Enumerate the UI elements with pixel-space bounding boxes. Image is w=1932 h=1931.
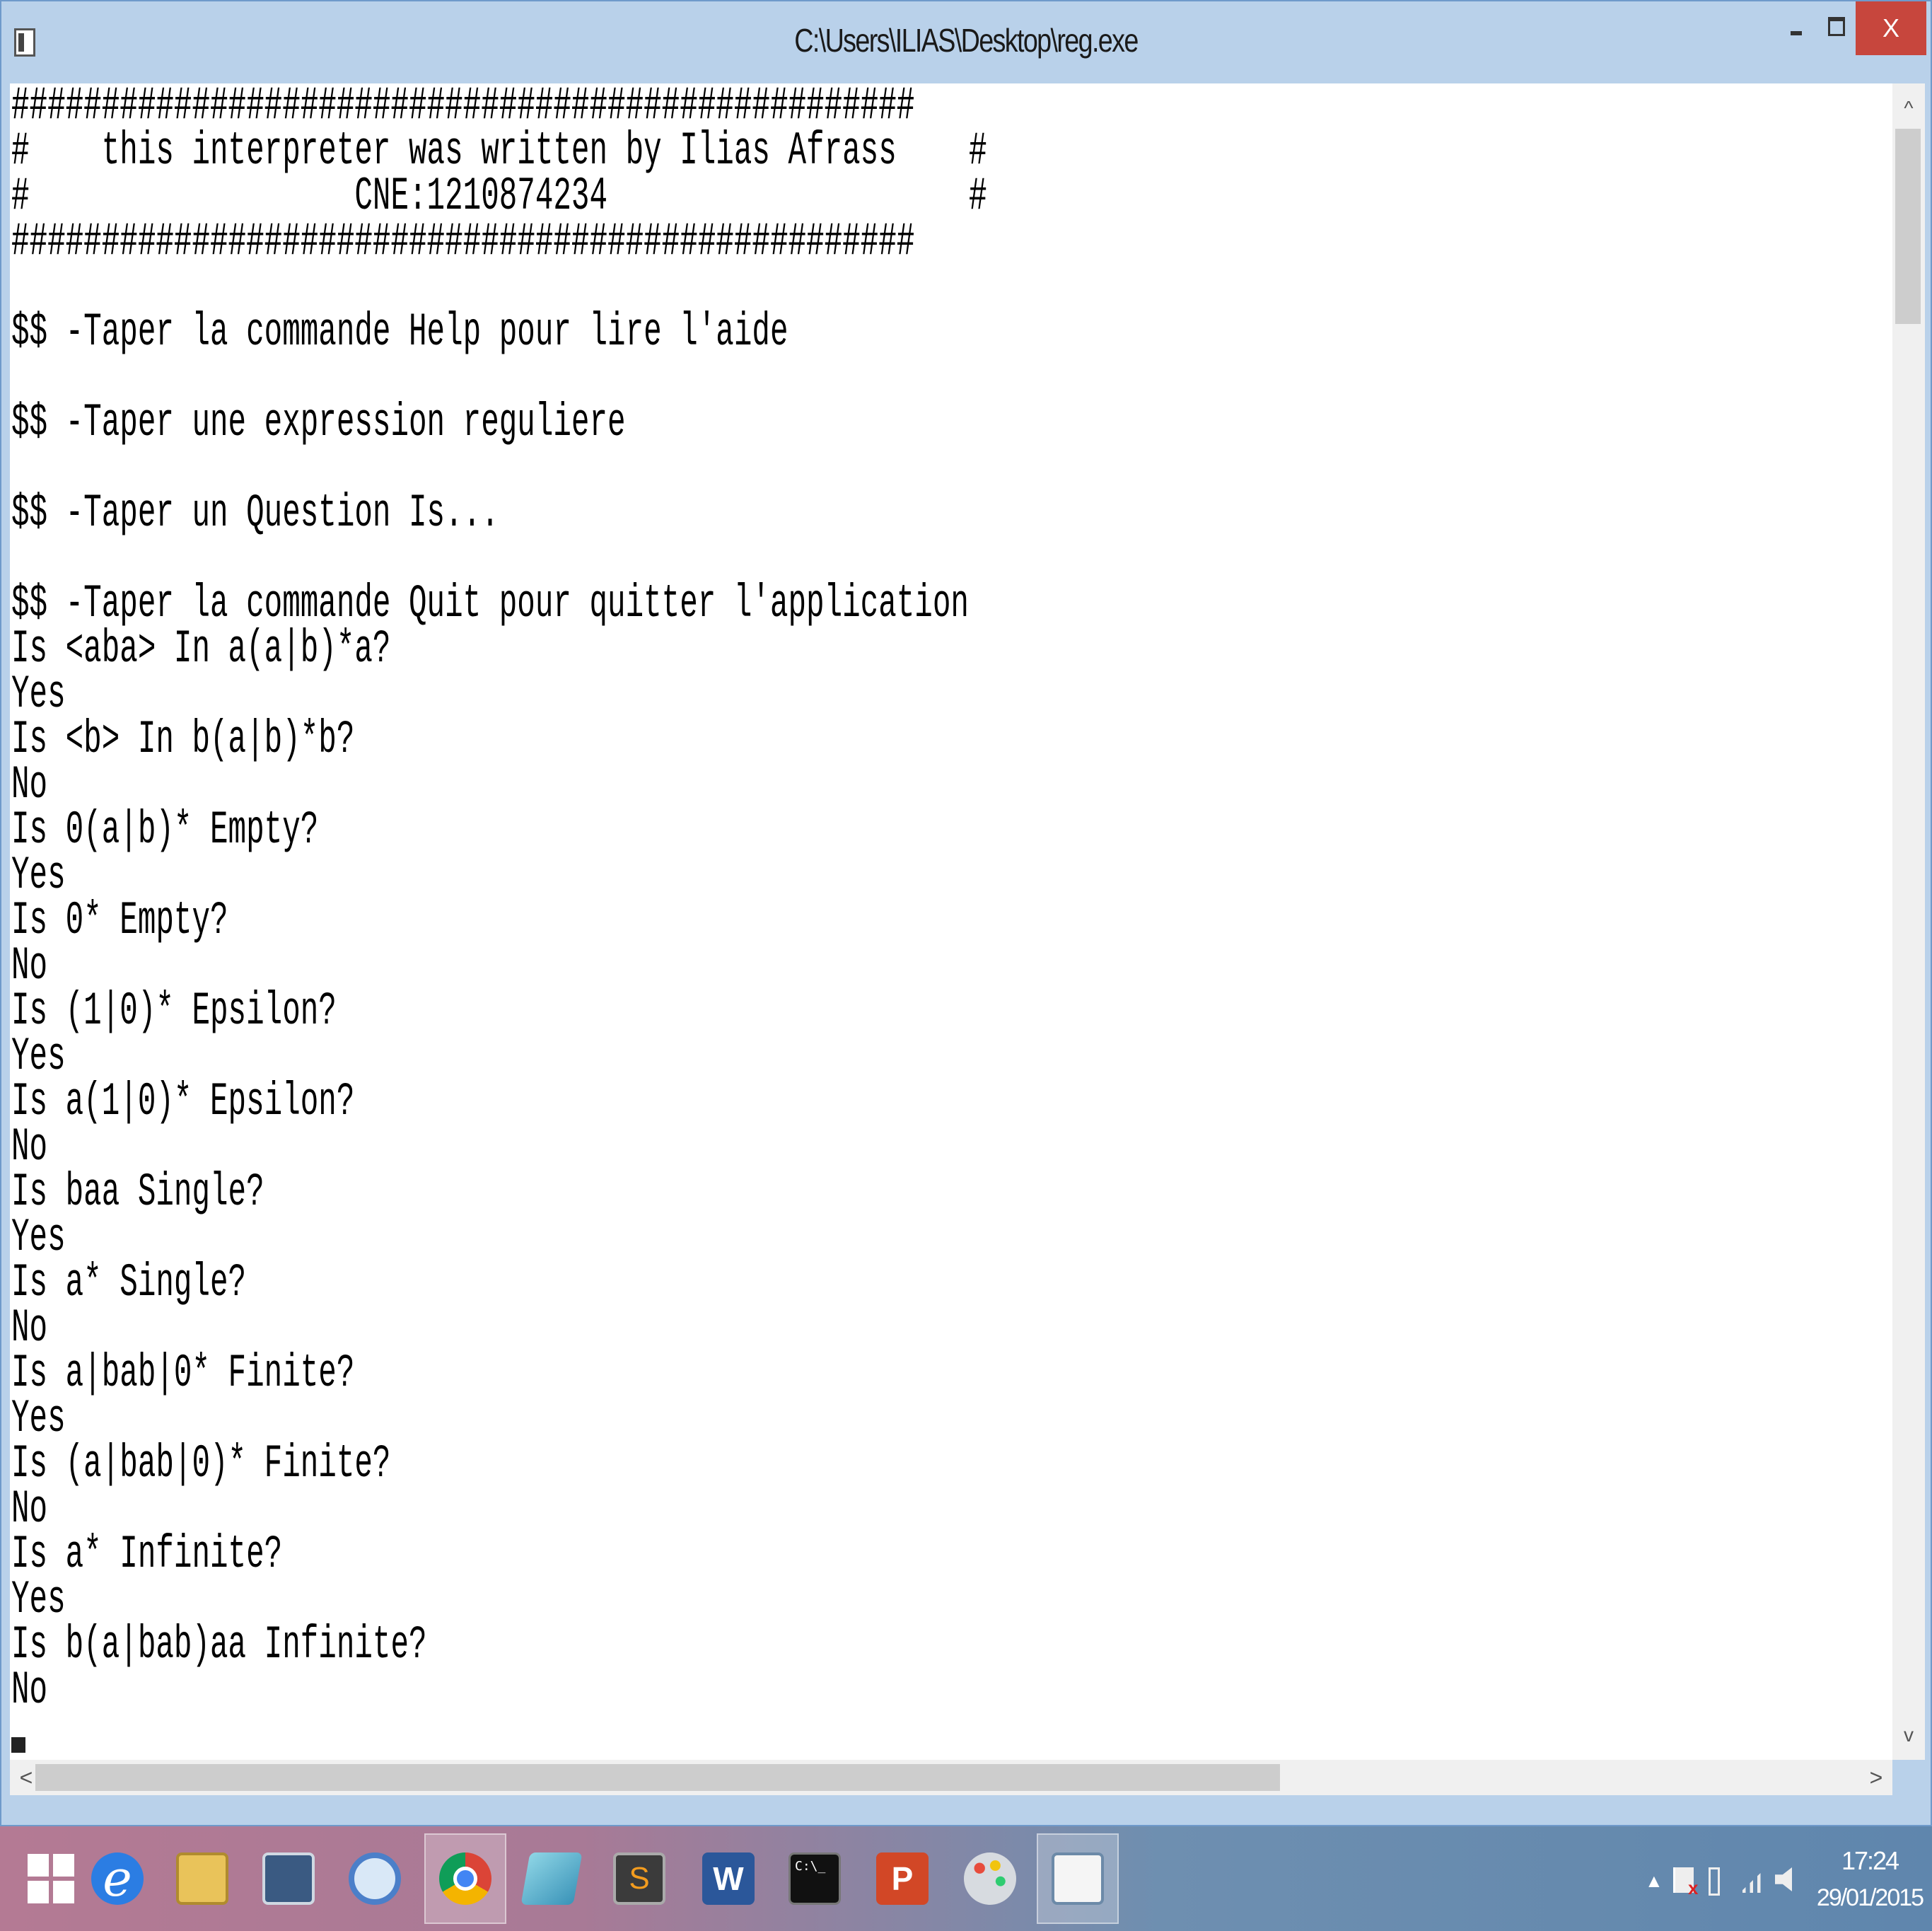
taskbar-app-file-explorer[interactable]: [161, 1833, 243, 1924]
console-line: Yes: [11, 668, 66, 721]
ie-icon: e: [91, 1850, 144, 1908]
console-line: No: [11, 1664, 48, 1717]
console-line: Is a* Infinite?: [11, 1528, 283, 1581]
scroll-right-arrow-icon[interactable]: >: [1860, 1760, 1892, 1795]
taskbar-app-word[interactable]: W: [687, 1833, 769, 1924]
word-icon: W: [702, 1852, 755, 1905]
console-line: Yes: [11, 1211, 66, 1264]
text-cursor: [11, 1737, 25, 1753]
taskbar-app-skype[interactable]: [334, 1833, 416, 1924]
network-signal-icon[interactable]: [1740, 1867, 1767, 1893]
console-line: Yes: [11, 1392, 66, 1445]
console-line: No: [11, 939, 48, 992]
console-line: ########################################…: [11, 215, 915, 268]
console-line: Yes: [11, 1030, 66, 1083]
console-output[interactable]: ########################################…: [10, 83, 1892, 1760]
horizontal-scrollbar[interactable]: < >: [10, 1760, 1892, 1795]
console-window-icon: [1052, 1852, 1104, 1905]
console-line: $$ -Taper un Question Is...: [11, 487, 499, 540]
console-line: ########################################…: [11, 83, 915, 132]
taskbar-app-notes[interactable]: [511, 1833, 593, 1924]
console-line: Yes: [11, 1573, 66, 1626]
console-line: Is a* Single?: [11, 1256, 247, 1309]
taskbar-app-sublime[interactable]: S: [598, 1833, 680, 1924]
taskbar-app-powerpoint[interactable]: P: [861, 1833, 943, 1924]
console-line: No: [11, 1301, 48, 1355]
console-line: Is 0* Empty?: [11, 894, 228, 947]
skype-icon: [349, 1852, 401, 1905]
action-center-flag-icon[interactable]: [1673, 1867, 1698, 1899]
windows-logo-icon: [28, 1854, 74, 1903]
window-title: C:\Users\ILIAS\Desktop\reg.exe: [794, 22, 1139, 59]
maximize-button[interactable]: [1817, 1, 1856, 51]
clock-date[interactable]: 29/01/2015: [1813, 1884, 1926, 1912]
chrome-icon: [439, 1852, 491, 1905]
console-line: Is <aba> In a(a|b)*a?: [11, 622, 391, 675]
console-line: Yes: [11, 849, 66, 902]
vertical-scroll-thumb[interactable]: [1895, 129, 1921, 324]
console-line: No: [11, 1120, 48, 1173]
cmd-icon: C:\_: [788, 1852, 841, 1905]
battery-icon[interactable]: [1709, 1867, 1720, 1896]
console-line: $$ -Taper la commande Quit pour quitter …: [11, 577, 969, 630]
close-button[interactable]: X: [1856, 1, 1926, 55]
taskbar-app-paint[interactable]: [949, 1833, 1031, 1924]
console-line: No: [11, 758, 48, 811]
notes-icon: [520, 1852, 583, 1905]
vertical-scrollbar[interactable]: ^ v: [1892, 83, 1925, 1760]
taskbar-app-command-prompt[interactable]: C:\_: [774, 1833, 856, 1924]
console-text: ########################################…: [11, 83, 987, 1717]
console-line: Is a(1|0)* Epsilon?: [11, 1075, 355, 1128]
scroll-up-arrow-icon[interactable]: ^: [1892, 91, 1925, 126]
sublime-icon: S: [613, 1852, 665, 1905]
powerpoint-icon: P: [876, 1852, 929, 1905]
taskbar-app-computer[interactable]: [248, 1833, 330, 1924]
console-app-icon[interactable]: [14, 28, 35, 57]
horizontal-scroll-thumb[interactable]: [35, 1764, 1280, 1791]
taskbar: e S W C:\_ P ▲ 17:24 29/01/2015: [0, 1826, 1932, 1931]
taskbar-app-internet-explorer[interactable]: e: [76, 1833, 158, 1924]
console-line: Is <b> In b(a|b)*b?: [11, 713, 355, 766]
taskbar-app-reg-exe[interactable]: [1037, 1833, 1119, 1924]
console-line: # CNE:1210874234 #: [11, 170, 987, 223]
minimize-button[interactable]: [1775, 1, 1817, 51]
console-line: No: [11, 1483, 48, 1536]
computer-icon: [262, 1852, 315, 1905]
taskbar-app-chrome[interactable]: [424, 1833, 506, 1924]
scroll-down-arrow-icon[interactable]: v: [1892, 1717, 1925, 1753]
volume-icon[interactable]: [1775, 1867, 1792, 1891]
title-bar[interactable]: C:\Users\ILIAS\Desktop\reg.exe X: [1, 1, 1931, 85]
system-tray: ▲ 17:24 29/01/2015: [1634, 1832, 1931, 1927]
folder-icon: [176, 1852, 228, 1905]
console-line: $$ -Taper la commande Help pour lire l'a…: [11, 306, 788, 359]
console-line: Is 0(a|b)* Empty?: [11, 804, 319, 857]
console-line: Is (1|0)* Epsilon?: [11, 985, 337, 1038]
show-hidden-icons-arrow-icon[interactable]: ▲: [1645, 1870, 1663, 1896]
clock-time[interactable]: 17:24: [1813, 1846, 1926, 1876]
paint-icon: [964, 1852, 1016, 1905]
console-line: Is b(a|bab)aa Infinite?: [11, 1618, 427, 1671]
console-line: Is a|bab|0* Finite?: [11, 1347, 355, 1400]
console-line: Is (a|bab|0)* Finite?: [11, 1437, 391, 1490]
console-line: # this interpreter was written by Ilias …: [11, 124, 987, 178]
console-line: Is baa Single?: [11, 1166, 264, 1219]
console-line: $$ -Taper une expression reguliere: [11, 396, 626, 449]
